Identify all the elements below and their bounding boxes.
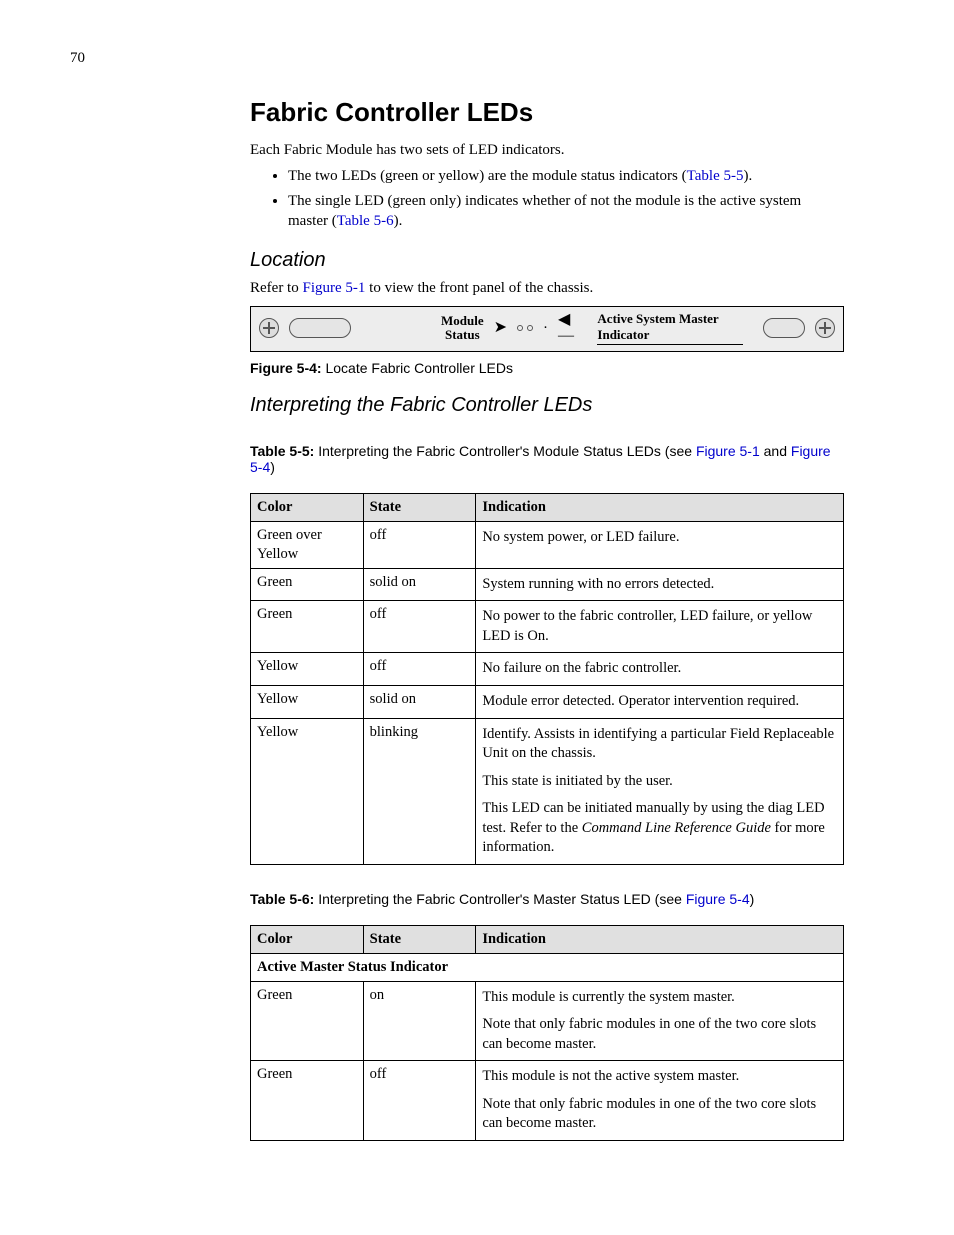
figure-5-4-caption: Figure 5-4: Locate Fabric Controller LED… [250, 360, 844, 376]
cell-color: Yellow [251, 718, 364, 864]
page-number: 70 [70, 50, 844, 67]
table-row: Yellowsolid onModule error detected. Ope… [251, 686, 844, 719]
xref-table-5-5[interactable]: Table 5-5 [687, 168, 744, 184]
cell-state: off [363, 601, 476, 653]
th-color: Color [251, 925, 364, 953]
cell-indication: No power to the fabric controller, LED f… [476, 601, 844, 653]
cell-indication: This module is not the active system mas… [476, 1061, 844, 1141]
table-subheader: Active Master Status Indicator [251, 953, 844, 981]
th-state: State [363, 925, 476, 953]
intro-bullet-list: The two LEDs (green or yellow) are the m… [250, 166, 844, 231]
page-content: Fabric Controller LEDs Each Fabric Modul… [250, 97, 844, 1141]
cell-state: off [363, 653, 476, 686]
cell-indication: Identify. Assists in identifying a parti… [476, 718, 844, 864]
arrow-right-icon: ➤ [494, 320, 507, 336]
cell-state: solid on [363, 568, 476, 601]
slot-shape [289, 318, 351, 338]
table-row: GreenonThis module is currently the syst… [251, 981, 844, 1061]
xref-figure-5-1[interactable]: Figure 5-1 [696, 443, 760, 459]
figure-5-4-panel: Module Status ➤ · ◀— Active System Maste… [250, 306, 844, 352]
table-5-6: Color State Indication Active Master Sta… [250, 925, 844, 1141]
cell-color: Green over Yellow [251, 522, 364, 569]
cell-indication: No system power, or LED failure. [476, 522, 844, 569]
table-5-5: Color State Indication Green over Yellow… [250, 493, 844, 865]
th-indication: Indication [476, 925, 844, 953]
cell-state: off [363, 1061, 476, 1141]
cell-indication: This module is currently the system mast… [476, 981, 844, 1061]
heading-fabric-controller-leds: Fabric Controller LEDs [250, 97, 844, 128]
module-status-label: Module Status [441, 314, 484, 343]
heading-location: Location [250, 249, 844, 272]
cell-state: on [363, 981, 476, 1061]
xref-figure-5-1[interactable]: Figure 5-1 [302, 280, 365, 296]
table-row: GreenoffThis module is not the active sy… [251, 1061, 844, 1141]
screw-icon [259, 318, 279, 338]
table-row: YellowblinkingIdentify. Assists in ident… [251, 718, 844, 864]
th-color: Color [251, 494, 364, 522]
cell-color: Yellow [251, 686, 364, 719]
table-5-5-caption: Table 5-5: Interpreting the Fabric Contr… [250, 443, 844, 475]
cell-state: blinking [363, 718, 476, 864]
table-subheader-row: Active Master Status Indicator [251, 953, 844, 981]
slot-shape [763, 318, 805, 338]
cell-color: Green [251, 568, 364, 601]
active-system-master-label: Active System Master Indicator [597, 311, 743, 345]
status-leds [517, 325, 533, 331]
xref-figure-5-4[interactable]: Figure 5-4 [686, 891, 750, 907]
xref-table-5-6[interactable]: Table 5-6 [337, 213, 394, 229]
cell-indication: No failure on the fabric controller. [476, 653, 844, 686]
cell-indication: System running with no errors detected. [476, 568, 844, 601]
th-indication: Indication [476, 494, 844, 522]
location-paragraph: Refer to Figure 5-1 to view the front pa… [250, 278, 844, 298]
cell-color: Green [251, 1061, 364, 1141]
cell-color: Green [251, 981, 364, 1061]
arrow-left-icon: ◀— [558, 312, 581, 344]
table-row: Greensolid onSystem running with no erro… [251, 568, 844, 601]
bullet-item: The two LEDs (green or yellow) are the m… [288, 166, 844, 186]
screw-icon [815, 318, 835, 338]
table-row: GreenoffNo power to the fabric controlle… [251, 601, 844, 653]
cell-state: solid on [363, 686, 476, 719]
bullet-item: The single LED (green only) indicates wh… [288, 191, 844, 232]
table-row: YellowoffNo failure on the fabric contro… [251, 653, 844, 686]
cell-indication: Module error detected. Operator interven… [476, 686, 844, 719]
th-state: State [363, 494, 476, 522]
cell-color: Yellow [251, 653, 364, 686]
cell-color: Green [251, 601, 364, 653]
cell-state: off [363, 522, 476, 569]
table-row: Green over YellowoffNo system power, or … [251, 522, 844, 569]
table-5-6-caption: Table 5-6: Interpreting the Fabric Contr… [250, 891, 844, 907]
intro-paragraph: Each Fabric Module has two sets of LED i… [250, 140, 844, 160]
heading-interpreting: Interpreting the Fabric Controller LEDs [250, 394, 844, 417]
